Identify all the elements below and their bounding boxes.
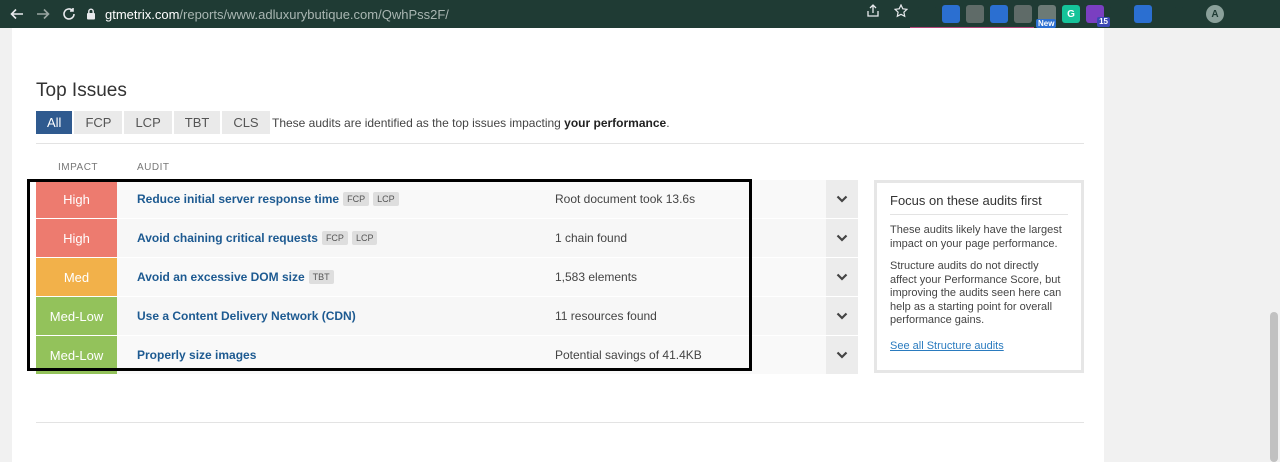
section-bottom-divider [36,422,1084,423]
issues-table: High Reduce initial server response time F… [36,180,858,375]
see-all-structure-audits-link[interactable]: See all Structure audits [890,340,1068,352]
doc-icon[interactable] [942,5,960,23]
url-host: gtmetrix.com [105,6,180,22]
focus-card-text: These audits likely have the largest imp… [890,224,1062,250]
impact-badge: Med [36,258,117,296]
focus-card-text: Structure audits do not directly affect … [890,260,1062,326]
audit-detail: Root document took 13.6s [555,192,696,206]
reload-icon[interactable] [56,2,82,26]
audit-name[interactable]: Avoid an excessive DOM size TBT [137,270,334,284]
issue-row[interactable]: Med Avoid an excessive DOM size TBT 1,583 e… [36,258,858,296]
audit-name-text[interactable]: Avoid an excessive DOM size [137,270,305,284]
translate-icon[interactable] [990,5,1008,23]
tab-cls[interactable]: CLS [222,111,270,134]
audit-detail: 1 chain found [555,231,628,245]
extension-badge: New [1036,19,1057,28]
back-arrow-icon[interactable] [4,2,30,26]
impact-column-header: IMPACT [58,162,99,173]
metric-tag: FCP [343,192,370,206]
tab-lcp[interactable]: LCP [124,111,172,134]
audit-name[interactable]: Reduce initial server response time FCP LC… [137,192,399,206]
address-bar[interactable]: gtmetrix.com/reports/www.adluxurybutique… [80,2,910,26]
audit-column-header: AUDIT [137,162,170,173]
recycle-icon[interactable] [918,5,936,23]
filter-tabs: All FCP LCP TBT CLS [36,111,270,134]
extension-badge: 15 [1097,17,1110,27]
camera-icon[interactable] [1014,5,1032,23]
bookmark-star-icon[interactable] [893,3,909,23]
audit-name[interactable]: Avoid chaining critical requests FCP LCP [137,231,378,245]
grammarly-icon[interactable]: G [1062,5,1080,23]
audit-name-text[interactable]: Properly size images [137,348,256,362]
audit-detail: Potential savings of 41.4KB [555,348,702,362]
new-ext-icon[interactable]: New [1036,5,1057,28]
audit-name-text[interactable]: Use a Content Delivery Network (CDN) [137,309,356,323]
expand-chevron-icon[interactable] [826,336,858,374]
audit-name[interactable]: Use a Content Delivery Network (CDN) [137,309,356,323]
tab-all[interactable]: All [36,111,73,134]
forward-arrow-icon[interactable] [30,2,56,26]
tab-tbt[interactable]: TBT [173,111,221,134]
audit-detail: 1,583 elements [555,270,638,284]
section-title: Top Issues [36,80,127,101]
expand-chevron-icon[interactable] [826,219,858,257]
music-icon[interactable] [1110,5,1128,23]
issue-row[interactable]: Med-Low Properly size images Potential sav… [36,336,858,374]
filter-description: These audits are identified as the top i… [272,116,670,130]
url-path: /reports/www.adluxurybutique.com/QwhPss2… [179,6,449,22]
metric-tag: LCP [351,231,378,245]
focus-card: Focus on these audits first These audits… [874,180,1084,373]
lock-icon [84,7,98,21]
metric-tag: TBT [308,270,334,284]
profile-avatar[interactable]: A [1206,5,1224,23]
expand-chevron-icon[interactable] [826,180,858,218]
impact-badge: High [36,219,117,257]
impact-badge: Med-Low [36,297,117,335]
issue-row[interactable]: High Avoid chaining critical requests FCP L… [36,219,858,257]
share-icon[interactable] [866,4,880,23]
puzzle-icon[interactable] [1158,5,1176,23]
metric-tag: LCP [373,192,399,206]
scrollbar-thumb[interactable] [1270,312,1278,462]
focus-card-title: Focus on these audits first [890,193,1068,215]
adblock-icon[interactable]: 15 [1086,5,1110,27]
issue-row[interactable]: High Reduce initial server response time F… [36,180,858,218]
audit-name-text[interactable]: Avoid chaining critical requests [137,231,318,245]
audit-name-text[interactable]: Reduce initial server response time [137,192,339,206]
impact-badge: Med-Low [36,336,117,374]
metric-tag: FCP [321,231,348,245]
audit-name[interactable]: Properly size images [137,348,256,362]
audit-detail: 11 resources found [555,309,657,323]
sync-icon[interactable] [1134,5,1152,23]
issue-row[interactable]: Med-Low Use a Content Delivery Network (C… [36,297,858,335]
expand-chevron-icon[interactable] [826,297,858,335]
tab-fcp[interactable]: FCP [74,111,123,134]
browser-toolbar: gtmetrix.com/reports/www.adluxurybutique… [0,0,1280,28]
globe-icon[interactable] [966,5,984,23]
expand-chevron-icon[interactable] [826,258,858,296]
sidepanel-icon[interactable] [1182,5,1200,23]
impact-badge: High [36,180,117,218]
section-divider [36,143,1084,144]
